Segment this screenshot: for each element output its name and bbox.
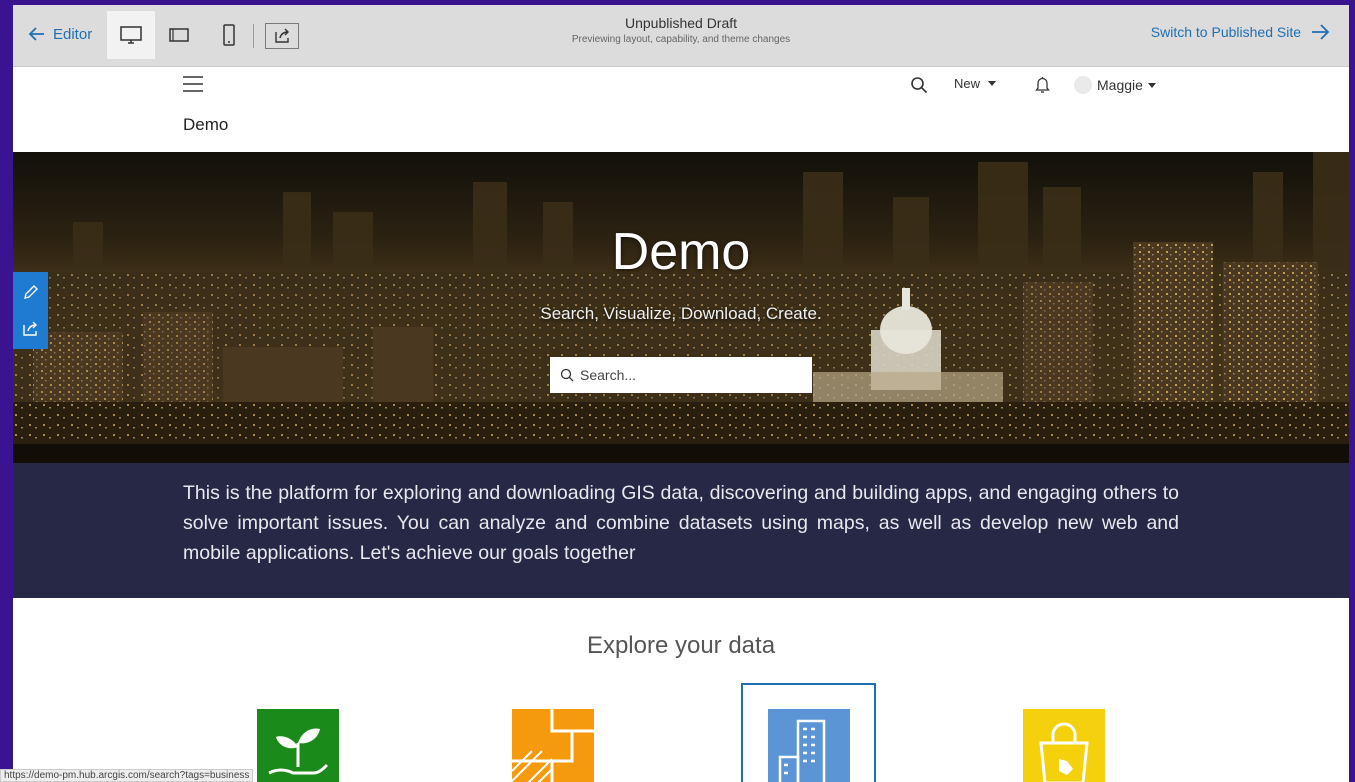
mobile-icon xyxy=(223,24,235,46)
draft-subtitle: Previewing layout, capability, and theme… xyxy=(571,34,791,45)
description-band: This is the platform for exploring and d… xyxy=(13,463,1349,598)
share-icon[interactable] xyxy=(22,320,39,337)
avatar xyxy=(1074,76,1092,94)
bell-icon[interactable] xyxy=(1034,75,1051,94)
caret-down-icon xyxy=(988,81,997,86)
search-icon xyxy=(560,368,574,382)
hero-subtitle: Search, Visualize, Download, Create. xyxy=(540,304,822,323)
category-tile-shopping[interactable] xyxy=(1023,709,1105,782)
mobile-preview-button[interactable] xyxy=(205,11,253,59)
share-icon xyxy=(275,28,289,43)
hero-title: Demo xyxy=(611,223,751,281)
switch-to-published-button[interactable]: Switch to Published Site xyxy=(1151,21,1331,43)
shopping-bag-icon xyxy=(1023,709,1105,782)
back-to-editor-button[interactable]: Editor xyxy=(27,24,92,44)
status-bar-url: https://demo-pm.hub.arcgis.com/search?ta… xyxy=(0,769,254,782)
parcels-icon xyxy=(511,709,594,782)
back-to-editor-label: Editor xyxy=(53,25,93,43)
explore-title: Explore your data xyxy=(586,632,776,659)
new-dropdown[interactable]: New xyxy=(954,76,997,91)
arrow-left-icon xyxy=(28,27,44,41)
hero-search-box[interactable] xyxy=(550,357,812,393)
category-tile-buildings[interactable] xyxy=(768,709,850,782)
site-header: Demo New Maggie xyxy=(13,67,1349,152)
desktop-icon xyxy=(120,26,142,44)
hamburger-menu-icon[interactable] xyxy=(181,72,205,96)
draft-title: Unpublished Draft xyxy=(624,15,738,31)
site-name[interactable]: Demo xyxy=(183,115,228,135)
search-icon[interactable] xyxy=(910,76,928,94)
toolbar-divider xyxy=(253,24,254,48)
plant-hand-icon xyxy=(257,709,339,782)
description-text: This is the platform for exploring and d… xyxy=(183,482,1179,564)
hero-search-input[interactable] xyxy=(580,367,800,383)
edit-rail xyxy=(13,272,48,349)
pencil-icon[interactable] xyxy=(22,284,39,301)
hero-banner: Demo Search, Visualize, Download, Create… xyxy=(13,152,1349,463)
user-name: Maggie xyxy=(1097,77,1143,93)
buildings-icon xyxy=(768,709,850,782)
category-tile-plant[interactable] xyxy=(257,709,339,782)
tablet-icon xyxy=(169,28,189,42)
share-button[interactable] xyxy=(265,23,299,49)
draft-status: Unpublished Draft Previewing layout, cap… xyxy=(413,15,949,45)
arrow-right-icon xyxy=(1312,24,1330,40)
switch-to-published-label: Switch to Published Site xyxy=(1150,24,1301,40)
user-menu[interactable]: Maggie xyxy=(1074,76,1156,94)
category-tile-parcels[interactable] xyxy=(511,709,594,782)
tablet-preview-button[interactable] xyxy=(155,11,203,59)
caret-down-icon xyxy=(1147,82,1156,88)
editor-toolbar: Editor Unpublished Draft Previewing layo… xyxy=(13,5,1349,67)
new-dropdown-label: New xyxy=(954,76,981,91)
desktop-preview-button[interactable] xyxy=(107,11,155,59)
browser-frame: Editor Unpublished Draft Previewing layo… xyxy=(13,5,1349,782)
